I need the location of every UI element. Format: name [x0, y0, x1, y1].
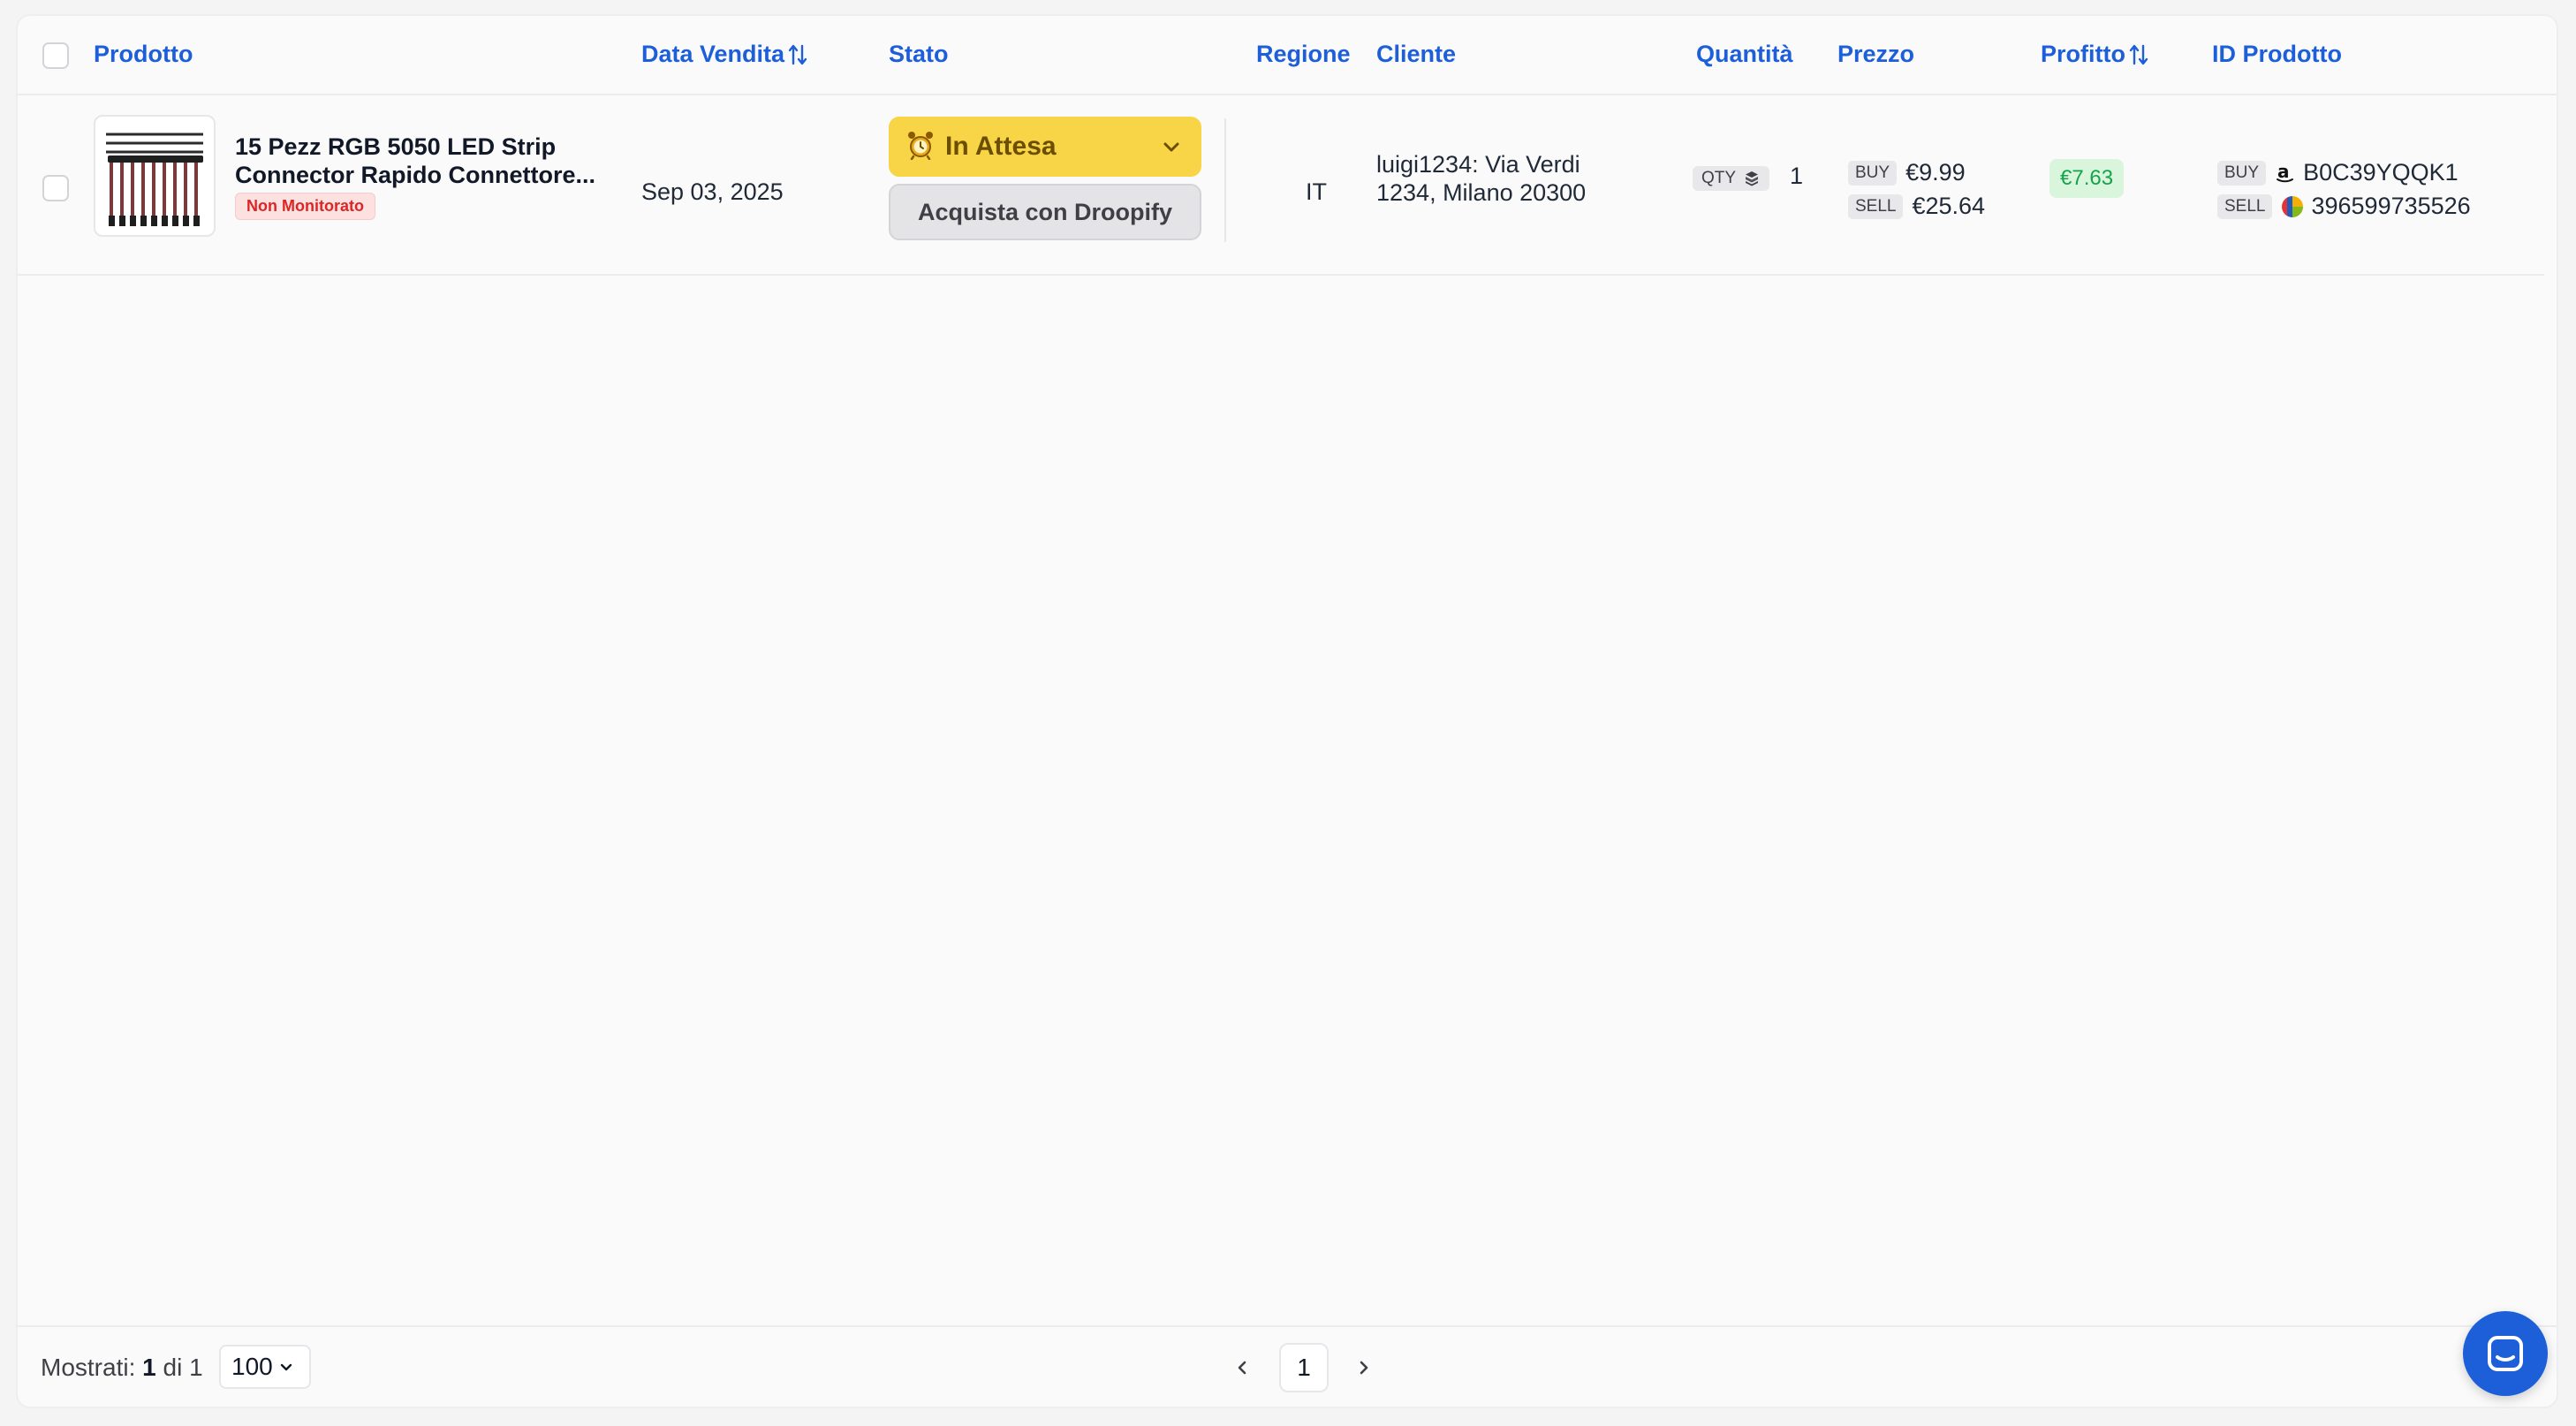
sell-tag: SELL: [2217, 193, 2273, 219]
buy-product-id[interactable]: BUY a B0C39YQQK1: [2217, 159, 2459, 186]
current-page-button[interactable]: 1: [1279, 1343, 1329, 1392]
buy-id-value: B0C39YQQK1: [2303, 159, 2459, 186]
column-profit-label: Profitto: [2041, 41, 2125, 67]
sell-price: SELL €25.64: [1848, 193, 1985, 220]
column-sale-date-label: Data Vendita: [641, 41, 785, 67]
amazon-icon: a: [2275, 163, 2296, 184]
column-quantity[interactable]: Quantità: [1696, 41, 1793, 68]
per-page-value: 100: [231, 1353, 273, 1380]
chevron-down-icon: [1161, 136, 1182, 162]
product-name-line2: Connector Rapido Connettore...: [235, 162, 595, 188]
column-customer[interactable]: Cliente: [1376, 41, 1456, 68]
table-header: Prodotto Data Vendita Stato Regione Clie…: [18, 16, 2557, 95]
column-divider: [1224, 118, 1226, 242]
column-customer-label: Cliente: [1376, 41, 1457, 67]
ebay-icon: [2281, 195, 2304, 218]
column-product-id-label: ID Prodotto: [2212, 41, 2342, 67]
alarm-clock-icon: [906, 130, 935, 164]
qty-label: QTY: [1701, 169, 1737, 187]
chevron-right-icon: [1360, 1361, 1368, 1375]
region: IT: [1306, 178, 1327, 205]
led-connector-image: [106, 133, 203, 226]
sort-arrows-icon[interactable]: [2129, 42, 2148, 67]
column-region[interactable]: Regione: [1256, 41, 1351, 68]
product-name[interactable]: 15 Pezz RGB 5050 LED Strip Connector Rap…: [235, 133, 624, 189]
column-region-label: Regione: [1256, 41, 1351, 67]
customer-line2: 1234, Milano 20300: [1376, 179, 1587, 206]
buy-price: BUY €9.99: [1848, 159, 1966, 186]
qty-value: 1: [1790, 163, 1804, 189]
buy-with-droopify-button[interactable]: Acquista con Droopify: [889, 184, 1201, 240]
product-name-line1: 15 Pezz RGB 5050 LED Strip: [235, 133, 557, 160]
chevron-down-icon: [280, 1363, 292, 1371]
column-price[interactable]: Prezzo: [1837, 41, 1914, 68]
box-icon: [1743, 170, 1761, 187]
table-footer: Mostrati: 1 di 1 100 1: [18, 1325, 2557, 1407]
sell-price-value: €25.64: [1912, 193, 1986, 219]
column-status-label: Stato: [889, 41, 949, 67]
shown-count-value: 1: [142, 1354, 156, 1381]
column-profit[interactable]: Profitto: [2041, 41, 2148, 68]
chevron-left-icon: [1238, 1361, 1246, 1375]
shown-count: Mostrati: 1 di 1: [41, 1354, 203, 1382]
product-thumbnail[interactable]: [94, 115, 216, 237]
sell-product-id[interactable]: SELL 396599735526: [2217, 193, 2471, 220]
shown-label: Mostrati:: [41, 1354, 136, 1381]
status-label: In Attesa: [945, 132, 1057, 161]
of-label: di: [163, 1354, 183, 1381]
column-price-label: Prezzo: [1837, 41, 1915, 67]
status-dropdown[interactable]: In Attesa: [889, 117, 1201, 177]
column-sale-date[interactable]: Data Vendita: [641, 41, 807, 68]
table-row[interactable]: 15 Pezz RGB 5050 LED Strip Connector Rap…: [18, 95, 2544, 276]
next-page-button[interactable]: [1348, 1352, 1380, 1384]
column-quantity-label: Quantità: [1696, 41, 1793, 67]
buy-tag: BUY: [1848, 160, 1898, 186]
row-select-checkbox[interactable]: [42, 175, 69, 201]
column-product-label: Prodotto: [94, 41, 193, 67]
chat-icon: [2488, 1336, 2523, 1371]
profit-badge: €7.63: [2049, 159, 2125, 198]
buy-tag: BUY: [2217, 160, 2267, 186]
svg-text:a: a: [2277, 163, 2290, 182]
sell-id-value: 396599735526: [2311, 193, 2471, 219]
orders-panel: Prodotto Data Vendita Stato Regione Clie…: [16, 14, 2558, 1408]
monitoring-badge: Non Monitorato: [235, 193, 375, 220]
select-all-checkbox[interactable]: [42, 42, 69, 69]
chat-launcher-button[interactable]: [2463, 1311, 2548, 1396]
column-product[interactable]: Prodotto: [94, 41, 193, 68]
customer-line1: luigi1234: Via Verdi: [1376, 151, 1580, 178]
prev-page-button[interactable]: [1226, 1352, 1258, 1384]
qty-tag: QTY: [1693, 166, 1770, 191]
per-page-select[interactable]: 100: [219, 1345, 311, 1389]
buy-price-value: €9.99: [1905, 159, 1966, 186]
sale-date: Sep 03, 2025: [641, 178, 784, 205]
column-product-id[interactable]: ID Prodotto: [2212, 41, 2342, 68]
sell-tag: SELL: [1848, 193, 1904, 219]
sort-arrows-icon[interactable]: [788, 42, 807, 67]
column-status[interactable]: Stato: [889, 41, 949, 68]
customer-info: luigi1234: Via Verdi 1234, Milano 20300: [1376, 150, 1586, 207]
total-count: 1: [189, 1354, 203, 1381]
